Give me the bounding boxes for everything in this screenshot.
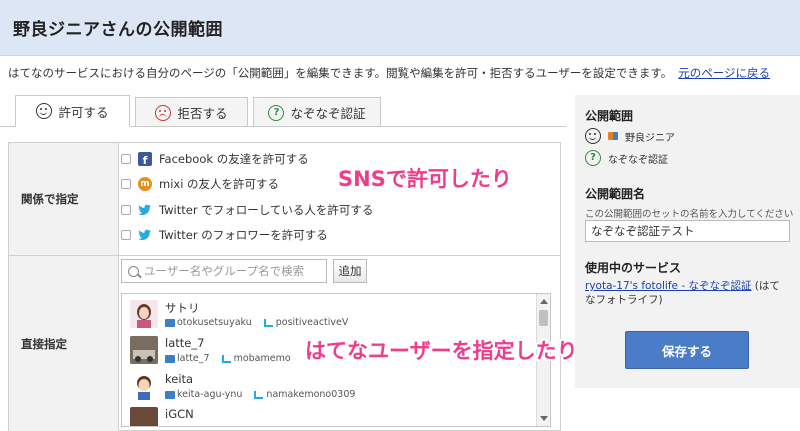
question-icon: ?: [268, 104, 285, 121]
user-search-input[interactable]: ユーザー名やグループ名で検索: [121, 259, 327, 283]
hatena-id: otokusetsuyaku: [177, 317, 252, 328]
scope-riddle: なぞなぞ認証: [608, 154, 668, 166]
hatena-icon: [165, 318, 175, 327]
direct-label: 直接指定: [9, 256, 119, 431]
twitter-id: namakemono0309: [266, 389, 356, 400]
user-accounts: keita-agu-ynu namakemono0309: [165, 389, 355, 400]
facebook-checkbox[interactable]: [121, 154, 131, 164]
user-accounts: latte_7 mobamemo: [165, 353, 291, 364]
smile-icon: [585, 128, 601, 144]
twitter-icon: [263, 318, 273, 327]
smile-icon: [36, 103, 53, 119]
search-icon: [128, 265, 139, 277]
scope-name-field[interactable]: なぞなぞ認証テスト: [585, 220, 790, 242]
avatar: [130, 300, 158, 328]
tab-deny-label: 拒否する: [177, 106, 228, 121]
option-twitter-followers[interactable]: Twitter のフォロワーを許可する: [121, 225, 328, 245]
relation-label: 関係で指定: [9, 143, 119, 255]
name-title: 公開範囲名: [585, 187, 646, 201]
scope-riddle-entry: ? なぞなぞ認証: [585, 150, 668, 166]
twitter-id: positiveactiveV: [275, 317, 349, 328]
hatena-icon: [165, 354, 175, 363]
scope-user: 野良ジニア: [625, 132, 675, 144]
avatar: [130, 372, 158, 400]
service-info: ryota-17's fotolife - なぞなぞ認証 (はてなフォトライフ): [585, 279, 790, 307]
twitter-followers-checkbox[interactable]: [121, 230, 131, 240]
add-button[interactable]: 追加: [333, 259, 367, 283]
search-placeholder: ユーザー名やグループ名で検索: [144, 264, 305, 278]
page-header: 野良ジニアさんの公開範囲: [0, 0, 800, 56]
mixi-icon: m: [138, 177, 152, 191]
callout-sns: SNSで許可したり: [338, 167, 512, 191]
twitter-id: mobamemo: [233, 353, 291, 364]
user-accounts: otokusetsuyaku positiveactiveV: [165, 317, 348, 328]
option-twitter-followers-label: Twitter のフォロワーを許可する: [159, 228, 328, 242]
callout-hatena: はてなユーザーを指定したり: [305, 339, 578, 363]
scroll-up-icon[interactable]: [540, 299, 548, 304]
page-title: 野良ジニアさんの公開範囲: [13, 20, 223, 40]
option-mixi[interactable]: m mixi の友人を許可する: [121, 174, 279, 194]
name-hint: この公開範囲のセットの名前を入力してください: [585, 209, 794, 220]
twitter-icon: [138, 229, 151, 240]
option-facebook[interactable]: f Facebook の友達を許可する: [121, 149, 309, 169]
avatar: [130, 407, 158, 426]
hatena-id: keita-agu-ynu: [177, 389, 243, 400]
option-facebook-label: Facebook の友達を許可する: [159, 152, 309, 166]
tab-riddle-label: なぞなぞ認証: [290, 106, 366, 121]
tab-riddle[interactable]: ? なぞなぞ認証: [253, 97, 381, 127]
save-button[interactable]: 保存する: [625, 331, 749, 369]
user-name: サトリ: [165, 301, 200, 315]
sad-icon: [155, 104, 172, 121]
hatena-id: latte_7: [177, 353, 210, 364]
tab-allow[interactable]: 許可する: [15, 95, 130, 127]
back-link[interactable]: 元のページに戻る: [678, 66, 770, 80]
service-title: 使用中のサービス: [585, 261, 682, 275]
facebook-icon: f: [138, 152, 152, 166]
user-name: keita: [165, 372, 194, 386]
question-icon: ?: [585, 150, 601, 166]
scope-title: 公開範囲: [585, 109, 634, 123]
option-twitter-following-label: Twitter でフォローしている人を許可する: [159, 203, 374, 217]
hatena-icon: [165, 390, 175, 399]
tab-allow-label: 許可する: [58, 104, 109, 120]
twitter-icon: [138, 204, 151, 215]
service-link[interactable]: ryota-17's fotolife - なぞなぞ認証: [585, 280, 751, 292]
intro-text: はてなのサービスにおける自分のページの「公開範囲」を編集できます。閲覧や編集を許…: [8, 65, 770, 81]
twitter-following-checkbox[interactable]: [121, 205, 131, 215]
hatena-icon: [608, 132, 618, 140]
scroll-down-icon[interactable]: [540, 416, 548, 421]
option-twitter-following[interactable]: Twitter でフォローしている人を許可する: [121, 200, 373, 220]
user-name: iGCN: [165, 407, 194, 421]
scope-allow-entry: 野良ジニア: [585, 128, 675, 144]
twitter-icon: [221, 354, 231, 363]
avatar: [130, 336, 158, 364]
intro-description: はてなのサービスにおける自分のページの「公開範囲」を編集できます。閲覧や編集を許…: [8, 66, 673, 80]
mixi-checkbox[interactable]: [121, 179, 131, 189]
tab-deny[interactable]: 拒否する: [135, 97, 248, 127]
tab-bar: 許可する 拒否する ? なぞなぞ認証: [15, 95, 565, 127]
twitter-icon: [254, 390, 264, 399]
scroll-thumb[interactable]: [539, 310, 548, 326]
option-mixi-label: mixi の友人を許可する: [159, 177, 280, 191]
sidebar: 公開範囲 野良ジニア ? なぞなぞ認証 公開範囲名 この公開範囲のセットの名前を…: [575, 95, 800, 388]
user-name: latte_7: [165, 336, 205, 350]
